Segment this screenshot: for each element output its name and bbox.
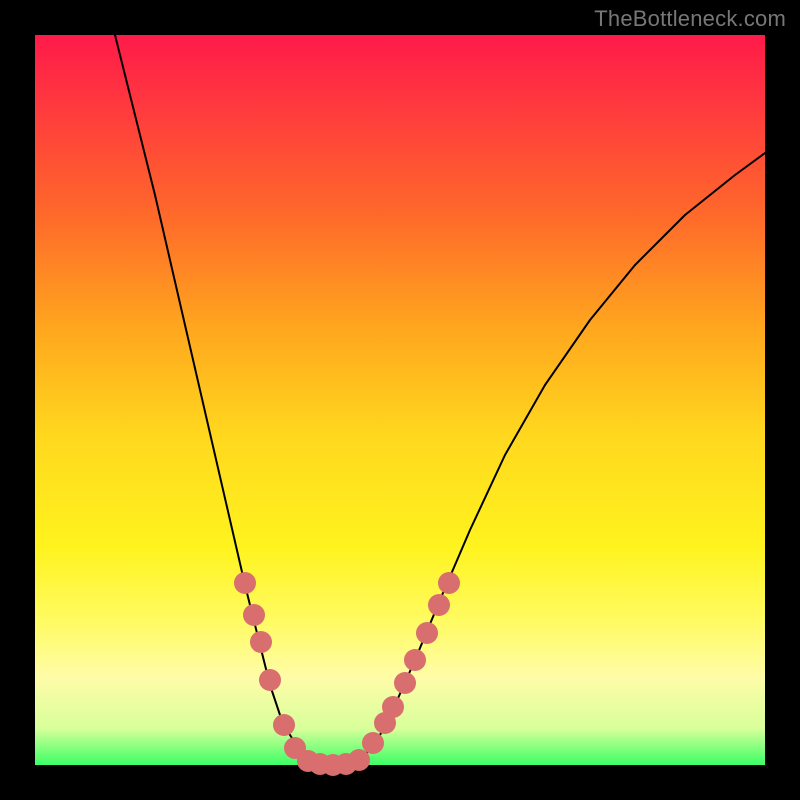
bead-right-4 — [404, 649, 426, 671]
bead-group — [234, 572, 460, 776]
plot-area — [35, 35, 765, 765]
chart-stage: TheBottleneck.com — [0, 0, 800, 800]
right-curve — [355, 153, 765, 763]
bead-left-0 — [234, 572, 256, 594]
bead-bottom-4 — [348, 749, 370, 771]
bead-right-5 — [416, 622, 438, 644]
watermark-text: TheBottleneck.com — [594, 6, 786, 32]
bead-left-1 — [243, 604, 265, 626]
left-curve — [110, 15, 315, 763]
bead-right-7 — [438, 572, 460, 594]
bead-right-2 — [382, 696, 404, 718]
bead-left-2 — [250, 631, 272, 653]
bead-left-4 — [273, 714, 295, 736]
bead-right-6 — [428, 594, 450, 616]
bead-right-3 — [394, 672, 416, 694]
bead-left-3 — [259, 669, 281, 691]
chart-overlay — [35, 35, 765, 765]
bead-right-0 — [362, 732, 384, 754]
